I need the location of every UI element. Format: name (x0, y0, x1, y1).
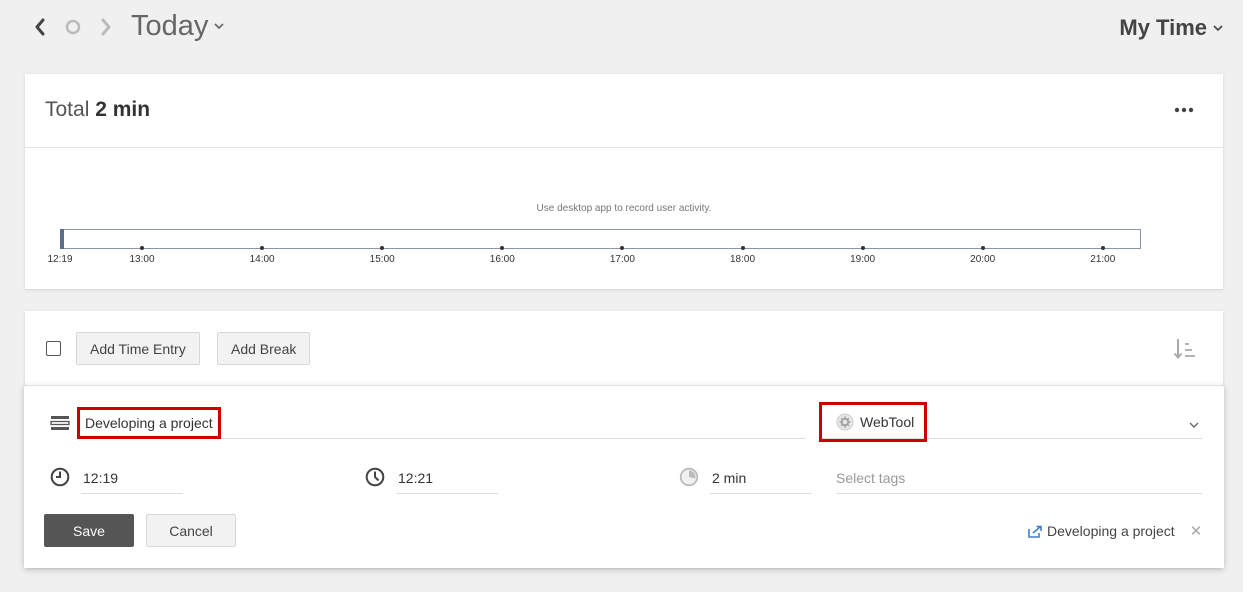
linked-item-label: Developing a project (1047, 523, 1175, 539)
time-entry-editor: Developing a project WebTool 12:19 12:21 (24, 385, 1224, 568)
timeline-tick-label: 12:19 (47, 254, 73, 265)
timeline-tick-dot (740, 246, 745, 250)
project-select[interactable]: WebTool (819, 402, 928, 442)
timeline-tick-dot (1100, 246, 1105, 250)
chevron-down-icon (214, 23, 224, 30)
sort-button[interactable] (1173, 337, 1197, 361)
timeline-tick-label: 15:00 (369, 254, 395, 265)
more-options-button[interactable] (1169, 100, 1199, 120)
cancel-button[interactable]: Cancel (146, 514, 236, 547)
sort-icon (1173, 339, 1195, 360)
period-label: Today (131, 9, 209, 42)
timeline-tick-label: 19:00 (850, 254, 876, 265)
timeline-tick-label: 20:00 (970, 254, 996, 265)
tags-select[interactable]: Select tags (836, 462, 905, 494)
previous-period-button[interactable] (28, 14, 52, 40)
top-bar: Today My Time (0, 0, 1243, 60)
add-time-entry-button[interactable]: Add Time Entry (76, 332, 200, 365)
circle-icon (65, 19, 81, 35)
timeline-tick-label: 21:00 (1090, 254, 1116, 265)
summary-card: Total 2 min Use desktop app to record us… (25, 74, 1223, 289)
linked-item-link[interactable]: Developing a project (1028, 522, 1175, 540)
timeline-start-marker (60, 229, 64, 249)
gear-icon (836, 413, 854, 431)
timeline-tick-label: 16:00 (489, 254, 515, 265)
start-time-icon (50, 467, 70, 487)
view-label: My Time (1119, 15, 1207, 40)
select-all-checkbox[interactable] (46, 341, 61, 356)
timeline-tick-label: 13:00 (129, 254, 155, 265)
more-horizontal-icon (1174, 107, 1194, 113)
total-time: Total 2 min (45, 98, 150, 122)
project-dropdown-toggle[interactable] (1189, 416, 1199, 434)
external-link-icon (1028, 525, 1042, 538)
duration-icon (679, 467, 699, 487)
unlink-close-icon[interactable]: ✕ (1189, 522, 1203, 540)
current-period-button[interactable] (61, 14, 85, 40)
save-button[interactable]: Save (44, 514, 134, 547)
start-time-input[interactable]: 12:19 (83, 462, 118, 494)
timeline-tick-label: 18:00 (729, 254, 756, 265)
activity-timeline[interactable] (60, 229, 1141, 249)
description-icon (50, 413, 70, 433)
chevron-left-icon (35, 18, 45, 36)
duration-input[interactable]: 2 min (712, 462, 746, 494)
next-period-button[interactable] (94, 14, 118, 40)
chevron-down-icon (1213, 25, 1223, 32)
timeline-message: Use desktop app to record user activity. (536, 203, 712, 214)
add-break-button[interactable]: Add Break (217, 332, 311, 365)
timeline-tick-label: 17:00 (609, 254, 635, 265)
chevron-down-icon (1189, 422, 1199, 428)
project-name: WebTool (860, 414, 915, 430)
chevron-right-icon (101, 18, 111, 36)
timeline-tick-dot (980, 246, 985, 250)
summary-header: Total 2 min (25, 74, 1223, 148)
timeline-tick-dot (260, 246, 265, 250)
timeline-tick-dot (860, 246, 865, 250)
total-value: 2 min (95, 98, 151, 121)
entries-toolbar: Add Time Entry Add Break (25, 311, 1223, 385)
end-time-input[interactable]: 12:21 (398, 462, 433, 494)
timeline-tick-label: 14:00 (249, 254, 275, 265)
timeline-tick-dot (620, 246, 625, 250)
period-selector[interactable]: Today (131, 6, 224, 46)
description-input[interactable]: Developing a project (77, 407, 221, 439)
timeline-tick-dot (500, 246, 505, 250)
time-entries-card: Add Time Entry Add Break Developing a pr… (24, 311, 1224, 568)
view-selector[interactable]: My Time (1119, 12, 1223, 44)
timeline-tick-dot (140, 246, 144, 250)
end-time-icon (365, 467, 385, 487)
total-prefix: Total (45, 98, 90, 121)
timeline-tick-dot (380, 246, 385, 250)
